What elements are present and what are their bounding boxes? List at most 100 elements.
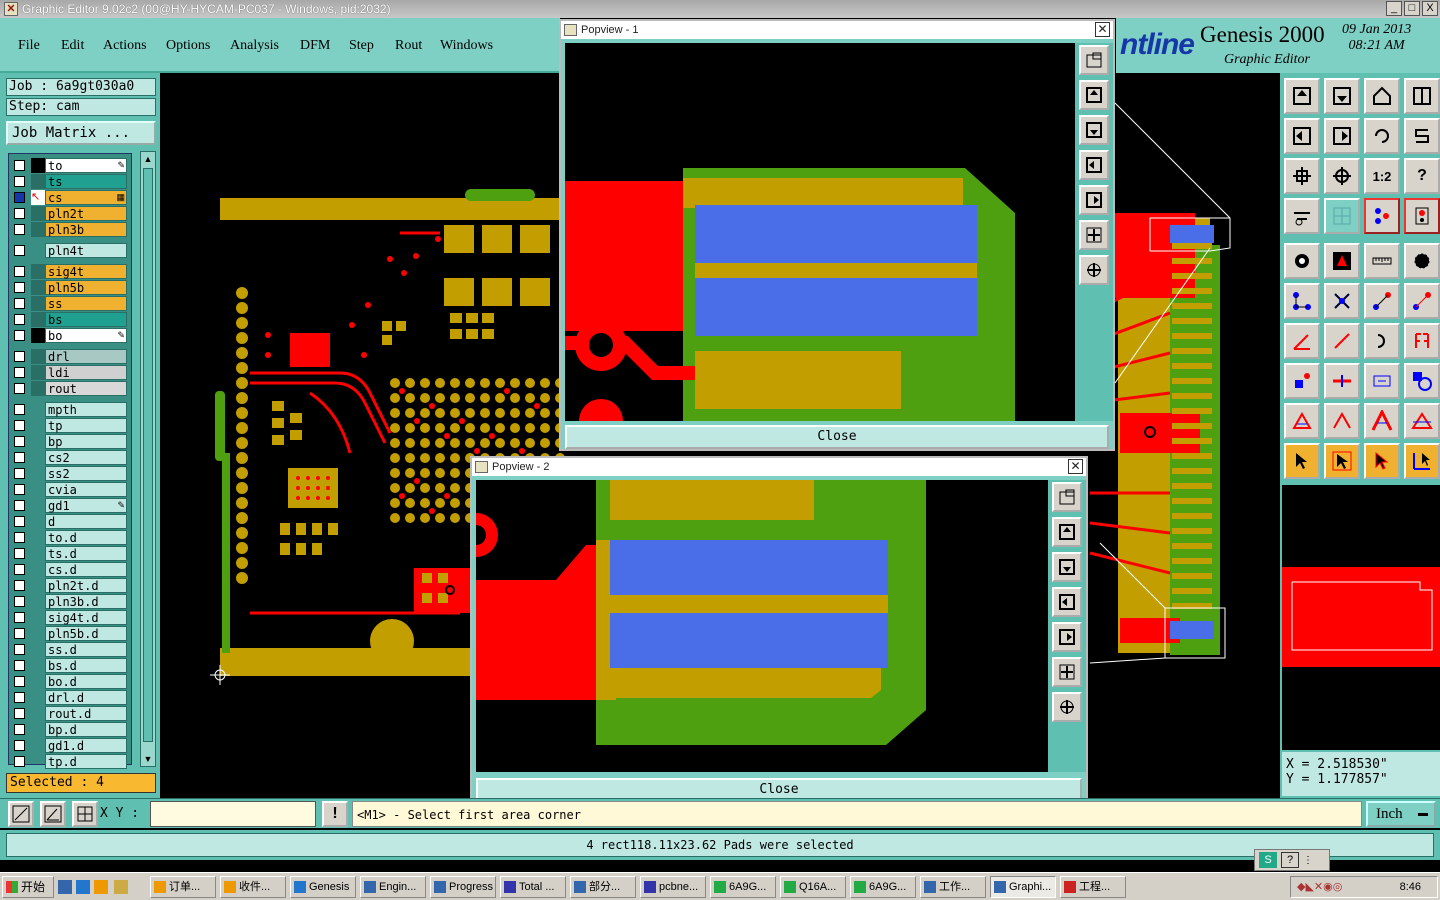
- layer-checkbox[interactable]: [14, 330, 25, 341]
- tray-icons[interactable]: ◆◣✕◉◎: [1297, 881, 1377, 893]
- layer-row[interactable]: bp: [9, 434, 129, 449]
- ruler-icon[interactable]: [1364, 243, 1400, 279]
- layer-name[interactable]: cvia: [45, 482, 127, 497]
- layer-name[interactable]: rout: [45, 381, 127, 396]
- menu-dfm[interactable]: DFM: [300, 38, 330, 54]
- layer-checkbox[interactable]: [14, 644, 25, 655]
- menu-file[interactable]: File: [18, 38, 40, 54]
- quick-launch-icon[interactable]: [76, 880, 90, 894]
- layer-checkbox[interactable]: [14, 740, 25, 751]
- layer-name[interactable]: pln5b: [45, 280, 127, 295]
- layer-name[interactable]: pln3b.d: [45, 594, 127, 609]
- menu-step[interactable]: Step: [349, 38, 374, 54]
- layer-name[interactable]: ss.d: [45, 642, 127, 657]
- delete-node-icon[interactable]: [1324, 283, 1360, 319]
- layer-row[interactable]: gd1 ✎: [9, 498, 129, 513]
- layer-row[interactable]: sig4t.d: [9, 610, 129, 625]
- layer-checkbox[interactable]: [14, 351, 25, 362]
- arc-icon[interactable]: [1364, 323, 1400, 359]
- layer-name[interactable]: bp.d: [45, 722, 127, 737]
- home-icon[interactable]: [1364, 78, 1400, 114]
- layer-name[interactable]: pln2t: [45, 206, 127, 221]
- layer-checkbox[interactable]: [14, 208, 25, 219]
- layer-checkbox[interactable]: [14, 298, 25, 309]
- layer-row[interactable]: ss.d: [9, 642, 129, 657]
- menu-rout[interactable]: Rout: [395, 38, 422, 54]
- layer-checkbox[interactable]: [14, 383, 25, 394]
- layer-checkbox[interactable]: [14, 468, 25, 479]
- pan-left-icon[interactable]: [1079, 150, 1109, 180]
- s-curve-icon[interactable]: [1404, 118, 1440, 154]
- help-icon[interactable]: ?: [1404, 158, 1440, 194]
- layer-checkbox[interactable]: [14, 548, 25, 559]
- layer-row[interactable]: pln2t: [9, 206, 129, 221]
- layer-row[interactable]: pln4t: [9, 243, 129, 258]
- tools-icon[interactable]: [1284, 198, 1320, 234]
- move-line-icon[interactable]: [1404, 283, 1440, 319]
- layer-checkbox[interactable]: [14, 314, 25, 325]
- pointer-bold-icon[interactable]: [1364, 443, 1400, 479]
- layer-row[interactable]: to.d: [9, 530, 129, 545]
- minimize-button[interactable]: _: [1386, 1, 1402, 16]
- taskbar-item[interactable]: Engin...: [360, 876, 426, 898]
- layer-scrollbar[interactable]: ▲ ▼: [140, 151, 156, 767]
- layer-row[interactable]: ↖ cs ▦: [9, 190, 129, 205]
- layer-row[interactable]: tp.d: [9, 754, 129, 769]
- layer-checkbox[interactable]: [14, 708, 25, 719]
- layer-name[interactable]: drl.d: [45, 690, 127, 705]
- layer-checkbox[interactable]: [14, 612, 25, 623]
- close-button[interactable]: X: [1422, 1, 1438, 16]
- pointer-select-icon[interactable]: [1324, 443, 1360, 479]
- layer-row[interactable]: cvia: [9, 482, 129, 497]
- quick-launch-icon[interactable]: [58, 880, 72, 894]
- layer-checkbox[interactable]: [14, 500, 25, 511]
- menu-actions[interactable]: Actions: [103, 38, 147, 54]
- layer-checkbox[interactable]: [14, 660, 25, 671]
- quick-launch-icon[interactable]: [94, 880, 108, 894]
- layer-checkbox[interactable]: [14, 245, 25, 256]
- layer-name[interactable]: ldi: [45, 365, 127, 380]
- layer-row[interactable]: d: [9, 514, 129, 529]
- move-down-icon[interactable]: [1324, 78, 1360, 114]
- layer-name[interactable]: pln2t.d: [45, 578, 127, 593]
- layer-row[interactable]: ss: [9, 296, 129, 311]
- move-up-icon[interactable]: [1284, 78, 1320, 114]
- layer-checkbox[interactable]: [14, 516, 25, 527]
- layer-checkbox[interactable]: [14, 692, 25, 703]
- layer-checkbox[interactable]: [14, 436, 25, 447]
- scroll-up-arrow-icon[interactable]: ▲: [142, 153, 154, 165]
- layer-name[interactable]: ss: [45, 296, 127, 311]
- zoom-window-icon[interactable]: [1079, 45, 1109, 75]
- job-matrix-button[interactable]: Job Matrix ...: [6, 121, 156, 145]
- layer-row[interactable]: rout: [9, 381, 129, 396]
- layer-name[interactable]: bp: [45, 434, 127, 449]
- layer-name[interactable]: cs2: [45, 450, 127, 465]
- ime-s-icon[interactable]: S: [1259, 852, 1277, 868]
- layer-row[interactable]: pln3b: [9, 222, 129, 237]
- layer-row[interactable]: tp: [9, 418, 129, 433]
- layer-row[interactable]: sig4t: [9, 264, 129, 279]
- layer-name[interactable]: gd1.d: [45, 738, 127, 753]
- close-icon[interactable]: ✕: [1095, 22, 1110, 37]
- add-line-icon[interactable]: [1364, 283, 1400, 319]
- quick-launch-icon[interactable]: [114, 880, 128, 894]
- maximize-button[interactable]: □: [1404, 1, 1420, 16]
- triangle-small-icon[interactable]: [1284, 403, 1320, 439]
- layer-name[interactable]: ts.d: [45, 546, 127, 561]
- taskbar-item[interactable]: 6A9G...: [710, 876, 776, 898]
- layer-name[interactable]: cs: [45, 190, 127, 205]
- popview-1-titlebar[interactable]: Popview - 1 ✕: [561, 21, 1113, 39]
- layer-checkbox[interactable]: [14, 404, 25, 415]
- taskbar-item[interactable]: Progress: [430, 876, 496, 898]
- zoom-1to2-icon[interactable]: 1:2: [1364, 158, 1400, 194]
- zoom-window-icon[interactable]: [1052, 482, 1082, 512]
- layer-checkbox[interactable]: [14, 676, 25, 687]
- pointer-icon[interactable]: [1284, 443, 1320, 479]
- units-dropdown[interactable]: Inch ▬: [1366, 801, 1436, 827]
- pan-up-icon[interactable]: [1079, 80, 1109, 110]
- pan-down-icon[interactable]: [1079, 115, 1109, 145]
- layer-name[interactable]: d: [45, 514, 127, 529]
- layer-row[interactable]: pln5b.d: [9, 626, 129, 641]
- minimap[interactable]: [1282, 485, 1440, 750]
- layer-row[interactable]: drl: [9, 349, 129, 364]
